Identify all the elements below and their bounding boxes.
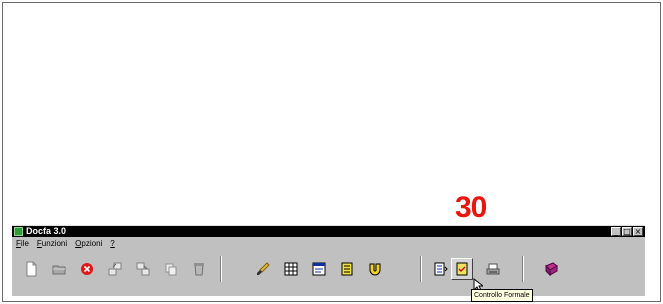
book-button[interactable] [540,258,562,280]
menu-funzioni-label: unzioni [41,239,68,248]
printer-icon [486,263,500,275]
maximize-icon: □ [623,227,631,236]
menu-opzioni[interactable]: Opzioni [75,238,102,250]
minimize-button[interactable]: _ [611,227,621,236]
open-button[interactable] [48,258,70,280]
toolbar [12,251,645,289]
recycle-button[interactable] [188,258,210,280]
open-folder-icon [52,265,66,275]
close-icon: × [634,227,642,236]
grid-button[interactable] [280,258,302,280]
list-button[interactable] [336,258,358,280]
copy-button[interactable] [160,258,182,280]
list-icon [341,262,353,276]
toolbar-separator [420,256,422,282]
menu-file-label: ile [20,239,29,248]
menu-help[interactable]: ? [110,238,114,250]
toolbar-separator [522,256,524,282]
menu-file[interactable]: File [16,238,29,250]
close-button[interactable]: × [633,227,643,236]
new-document-button[interactable] [20,258,42,280]
menu-help-accel: ? [110,239,115,248]
title-bar[interactable]: Docfa 3.0 _ □ × [12,226,645,237]
brush-icon [257,262,270,275]
step-number: 30 [455,191,487,224]
formal-check-icon [456,262,468,276]
export-icon [108,262,122,276]
brush-button[interactable] [252,258,274,280]
form-icon [312,262,326,276]
arrow-list-button[interactable] [430,258,452,280]
magnet-button[interactable] [364,258,386,280]
maximize-button[interactable]: □ [622,227,632,236]
new-document-icon [26,261,37,277]
magnet-icon [369,263,381,276]
menu-opzioni-label: pzioni [81,239,103,248]
grid-icon [284,262,298,276]
arrow-list-icon [434,262,448,276]
copy-icon [165,263,177,276]
export-button[interactable] [104,258,126,280]
app-icon [14,227,23,236]
menu-bar: File Funzioni Opzioni ? [12,238,649,250]
menu-funzioni[interactable]: Funzioni [37,238,67,250]
delete-button[interactable] [76,258,98,280]
toolbar-separator [220,256,222,282]
import-button[interactable] [132,258,154,280]
delete-icon [81,263,93,275]
book-icon [545,262,558,277]
window-controls: _ □ × [611,227,643,236]
form-button[interactable] [308,258,330,280]
recycle-icon [194,263,204,276]
print-button[interactable] [482,258,504,280]
window-title: Docfa 3.0 [26,226,67,236]
import-icon [136,262,150,276]
app-window: Docfa 3.0 _ □ × File Funzioni Opzioni ? [12,225,645,296]
tooltip-controllo-formale: Controllo Formale [471,289,533,302]
minimize-icon: _ [614,227,618,236]
controllo-formale-button[interactable] [451,258,473,280]
